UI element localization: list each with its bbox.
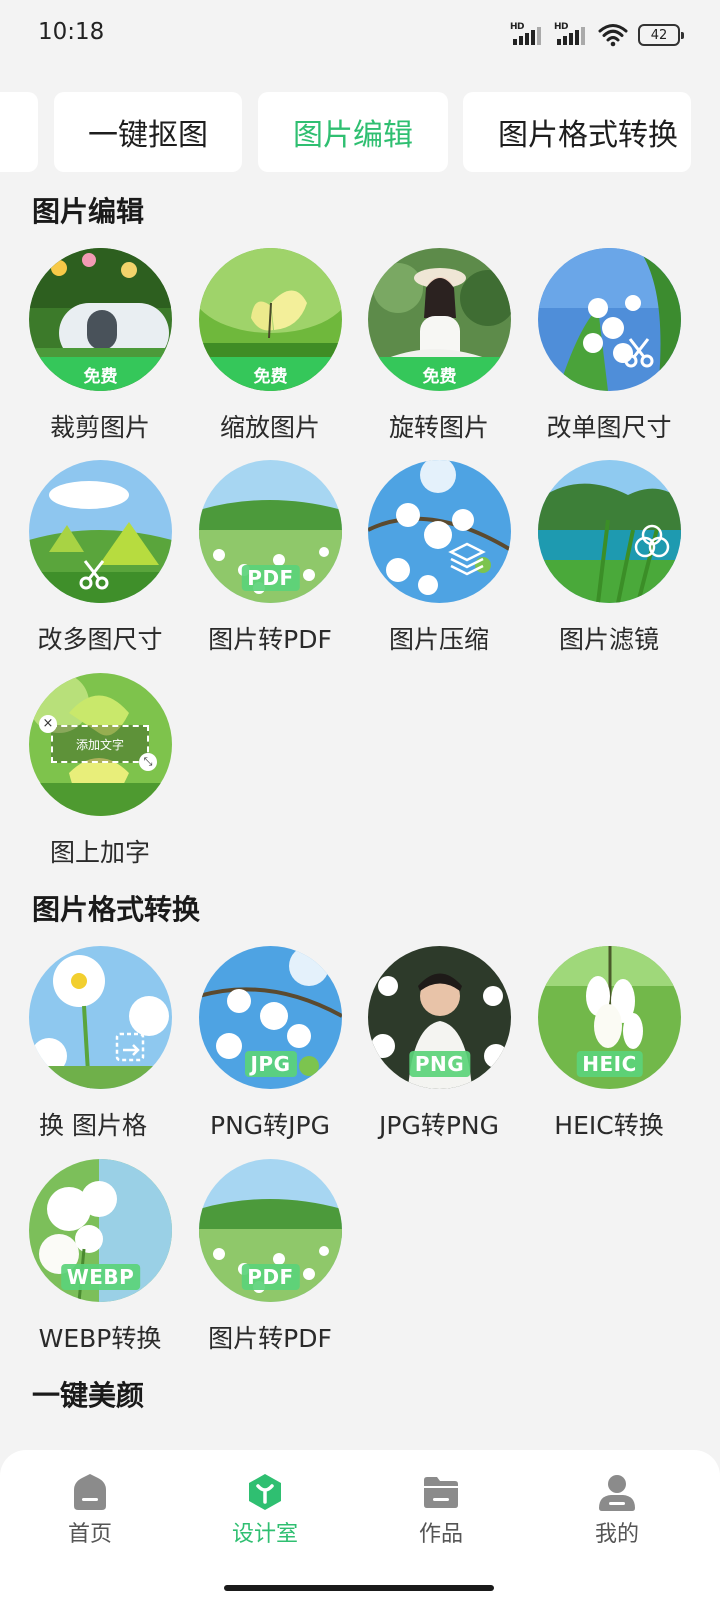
signal-icon: HD [554,22,588,48]
home-indicator[interactable] [224,1585,494,1591]
nav-design-studio[interactable]: 设计室 [205,1472,325,1562]
status-icons: HD HD 42 [510,20,684,50]
overlay-text: 添加文字 [75,737,124,752]
tool-thumbnail: WEBP [29,1159,172,1302]
tool-resize[interactable]: 免费 缩放图片 [184,248,356,458]
signal-icon: HD [510,22,544,48]
format-badge: PDF [241,565,300,591]
free-badge: 免费 [199,357,342,391]
format-badge: PNG [408,1051,471,1077]
resize-handle-icon: ⤡ [139,753,157,771]
tool-format-convert[interactable]: 换 图片格 [14,946,186,1156]
status-time: 10:18 [38,19,105,45]
tool-label: HEIC转换 [554,1111,664,1140]
tab-previous-stub[interactable] [0,92,38,172]
tool-label: 改多图尺寸 [37,625,163,654]
format-badge: JPG [244,1051,297,1077]
nav-profile[interactable]: 我的 [557,1472,677,1562]
tool-thumbnail: PNG [368,946,511,1089]
section-title-edit: 图片编辑 [32,195,145,228]
tool-label: 图上加字 [49,838,150,867]
scissors-icon [79,560,109,590]
tool-label: 图片转PDF [208,1324,332,1353]
free-badge: 免费 [29,357,172,391]
folder-icon [424,1477,458,1508]
tool-label: WEBP转换 [38,1324,162,1353]
nav-works[interactable]: 作品 [381,1472,501,1562]
convert-icon [115,1032,145,1062]
home-icon [74,1474,106,1510]
tool-thumbnail [368,460,511,603]
layers-icon [448,542,486,576]
format-badge: PDF [241,1264,300,1290]
tab-image-edit[interactable]: 图片编辑 [258,92,448,172]
tool-thumbnail [538,460,681,603]
tool-add-text[interactable]: 添加文字 × ⤡ 图上加字 [14,673,186,883]
scissors-icon [624,338,654,368]
tool-thumbnail: JPG [199,946,342,1089]
tool-label: 旋转图片 [388,413,489,442]
tool-thumbnail: PDF [199,1159,342,1302]
tool-label: 图片压缩 [388,625,489,654]
filter-icon [634,524,670,558]
tool-thumbnail: 免费 [29,248,172,391]
nav-home[interactable]: 首页 [30,1472,150,1562]
tool-thumbnail [538,248,681,391]
tool-label: PNG转JPG [210,1111,330,1140]
format-badge: WEBP [60,1264,141,1290]
tool-webp-convert[interactable]: WEBP WEBP转换 [14,1159,186,1369]
wifi-icon [598,24,628,47]
free-badge: 免费 [368,357,511,391]
tool-image-to-pdf[interactable]: PDF 图片转PDF [184,460,356,670]
tool-jpg-to-png[interactable]: PNG JPG转PNG [353,946,525,1156]
tool-label: 缩放图片 [219,413,320,442]
nav-label: 作品 [418,1522,463,1547]
nav-label: 首页 [67,1522,112,1547]
tool-rotate[interactable]: 免费 旋转图片 [353,248,525,458]
nav-label: 我的 [594,1522,639,1547]
tool-thumbnail [29,946,172,1089]
format-badge: HEIC [576,1051,643,1077]
tool-png-to-jpg[interactable]: JPG PNG转JPG [184,946,356,1156]
tool-compress[interactable]: 图片压缩 [353,460,525,670]
tool-thumbnail: 免费 [368,248,511,391]
tool-thumbnail: PDF [199,460,342,603]
category-tabs: 一键抠图 图片编辑 图片格式转换 [0,92,720,174]
tool-thumbnail: 添加文字 × ⤡ [29,673,172,816]
text-overlay-box: 添加文字 [51,725,149,763]
section-title-convert: 图片格式转换 [32,893,201,926]
tool-label: 改单图尺寸 [546,413,672,442]
tool-filter[interactable]: 图片滤镜 [523,460,695,670]
battery-level: 42 [650,27,668,43]
nav-label: 设计室 [231,1522,298,1547]
profile-icon [599,1475,635,1511]
tab-cutout[interactable]: 一键抠图 [54,92,242,172]
close-icon: × [39,715,57,733]
tool-thumbnail [29,460,172,603]
tool-label: 换 图片格 [39,1111,147,1140]
tool-multi-image-size[interactable]: 改多图尺寸 [14,460,186,670]
tool-thumbnail: HEIC [538,946,681,1089]
tab-format-convert[interactable]: 图片格式转换 [463,92,691,172]
bottom-navigation: 首页 设计室 作品 我的 [0,1450,720,1600]
status-bar: 10:18 HD HD 42 [0,0,720,70]
tool-label: 图片转PDF [208,625,332,654]
tool-thumbnail: 免费 [199,248,342,391]
tool-image-to-pdf-2[interactable]: PDF 图片转PDF [184,1159,356,1369]
tool-label: 图片滤镜 [558,625,659,654]
tool-heic-convert[interactable]: HEIC HEIC转换 [523,946,695,1156]
battery-icon: 42 [638,24,684,46]
tool-single-image-size[interactable]: 改单图尺寸 [523,248,695,458]
tool-label: JPG转PNG [379,1111,499,1140]
tool-crop[interactable]: 免费 裁剪图片 [14,248,186,458]
design-studio-icon [249,1474,281,1510]
section-title-beauty: 一键美颜 [32,1379,145,1412]
tool-label: 裁剪图片 [49,413,150,442]
